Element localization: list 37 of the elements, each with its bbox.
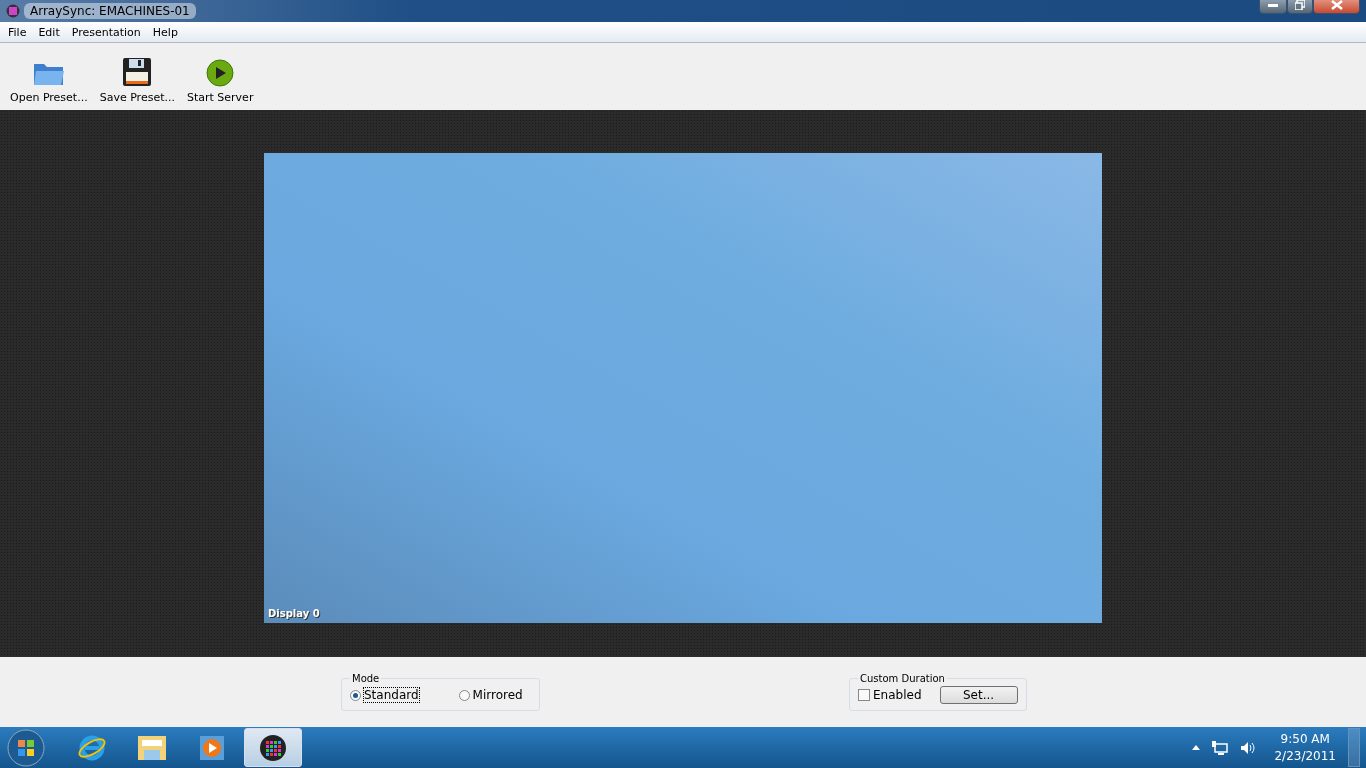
close-button[interactable] [1313, 0, 1360, 14]
minimize-button[interactable] [1259, 0, 1287, 14]
set-button[interactable]: Set... [939, 686, 1018, 704]
radio-button[interactable] [350, 689, 361, 701]
menu-item[interactable]: Help [146, 25, 184, 39]
folder-icon [136, 733, 168, 762]
media-player-icon [198, 733, 226, 762]
network-icon[interactable] [1212, 740, 1229, 755]
restore-button[interactable] [1287, 0, 1313, 14]
display-label: Display 0 [268, 608, 320, 619]
show-hidden-icons-icon[interactable] [1192, 745, 1201, 750]
app-icon [6, 4, 20, 18]
restore-icon [1295, 0, 1305, 10]
menu-item[interactable]: Presentation [65, 25, 147, 39]
checkbox[interactable] [858, 689, 870, 701]
play-icon [206, 59, 235, 87]
group-title: Custom Duration [859, 673, 946, 684]
color-grid-icon [259, 733, 287, 762]
menu-item[interactable]: Edit [32, 25, 66, 39]
start-button[interactable] [6, 727, 46, 768]
checkbox-label[interactable]: Enabled [873, 688, 922, 702]
menu-item[interactable]: File [2, 25, 33, 39]
folder-icon [32, 61, 65, 87]
speaker-icon[interactable] [1240, 740, 1257, 755]
radio-label[interactable]: Mirrored [472, 688, 523, 702]
toolbar-button[interactable]: Save Preset... [93, 57, 181, 104]
clock-date: 2/23/2011 [1274, 747, 1336, 765]
toolbar-button[interactable]: Start Server [180, 59, 260, 104]
minimize-icon [1268, 3, 1278, 7]
clock-time: 9:50 AM [1280, 730, 1330, 748]
close-icon [1330, 0, 1343, 10]
toolbar-button[interactable]: Open Preset... [4, 61, 94, 104]
taskbar-app[interactable] [244, 728, 302, 767]
group-title: Mode [351, 673, 381, 684]
window-title: ArraySync: EMACHINES-01 [24, 3, 196, 19]
radio-label[interactable]: Standard [364, 688, 419, 702]
radio-button[interactable] [458, 689, 470, 701]
